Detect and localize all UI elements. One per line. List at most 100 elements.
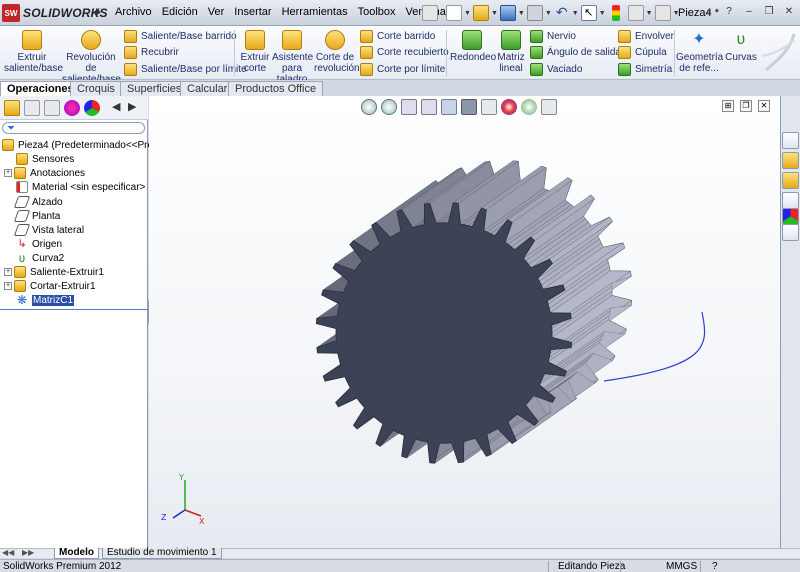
options-icon[interactable] bbox=[654, 5, 671, 21]
restore-icon[interactable]: ❐ bbox=[762, 5, 776, 19]
solidworks-resources-icon[interactable] bbox=[782, 132, 799, 149]
tree-item-anotaciones[interactable]: + Anotaciones bbox=[4, 166, 85, 180]
tab-modelo[interactable]: Modelo bbox=[54, 548, 99, 559]
print-icon[interactable] bbox=[526, 5, 543, 21]
file-properties-icon[interactable] bbox=[627, 5, 644, 21]
dimxpert-tab-icon[interactable] bbox=[64, 100, 80, 116]
draft-button[interactable]: Ángulo de salida bbox=[530, 44, 621, 60]
chevron-right-icon[interactable]: ▶ bbox=[128, 100, 136, 113]
file-explorer-icon[interactable] bbox=[782, 172, 799, 189]
chevron-down-icon[interactable]: ▼ bbox=[518, 10, 525, 17]
tab-operaciones[interactable]: Operaciones bbox=[0, 81, 81, 96]
graphics-viewport[interactable]: ⊞ ❐ ✕ Y X Z bbox=[149, 96, 780, 548]
loft-button[interactable]: Recubrir bbox=[124, 44, 179, 60]
chevron-down-icon[interactable]: ▼ bbox=[545, 10, 552, 17]
helix-curve[interactable] bbox=[603, 311, 706, 382]
rib-button[interactable]: Nervio bbox=[530, 28, 576, 44]
scroll-right-icon[interactable]: ▶▶ bbox=[22, 548, 34, 557]
minimize-icon[interactable]: – bbox=[742, 5, 756, 19]
curves-button[interactable]: ʋ Curvas bbox=[724, 30, 758, 63]
dome-button[interactable]: Cúpula bbox=[618, 44, 667, 60]
status-bar: SolidWorks Premium 2012 Editando Pieza M… bbox=[0, 559, 800, 572]
expand-icon[interactable]: + bbox=[4, 169, 12, 177]
tree-item-alzado[interactable]: Alzado bbox=[13, 195, 63, 209]
swept-boss-button[interactable]: Saliente/Base barrido bbox=[124, 28, 237, 44]
custom-properties-icon[interactable] bbox=[782, 224, 799, 241]
gear-model[interactable]: Y X Z bbox=[149, 96, 780, 548]
menu-expand-arrow-icon[interactable] bbox=[96, 8, 101, 16]
chevron-down-icon[interactable]: ▼ bbox=[572, 10, 579, 17]
appearances-icon[interactable] bbox=[782, 208, 799, 225]
tree-item-saliente-extruir1[interactable]: + Saliente-Extruir1 bbox=[4, 265, 104, 279]
chevron-left-icon[interactable]: ◀ bbox=[112, 100, 120, 113]
view-palette-icon[interactable] bbox=[782, 192, 799, 209]
chevron-down-icon[interactable]: ▼ bbox=[491, 10, 498, 17]
rollback-bar[interactable] bbox=[0, 309, 148, 310]
expand-icon[interactable]: + bbox=[4, 268, 12, 276]
tree-item-origen[interactable]: ↳ Origen bbox=[16, 237, 62, 251]
chevron-down-icon[interactable]: ▼ bbox=[599, 10, 606, 17]
tab-productos-office[interactable]: Productos Office bbox=[228, 81, 324, 96]
configuration-manager-tab-icon[interactable] bbox=[44, 100, 60, 116]
extrude-boss-button[interactable]: Extruir saliente/base bbox=[4, 30, 63, 74]
feature-filter-input[interactable]: ⏷ bbox=[2, 122, 145, 134]
dome-icon bbox=[618, 45, 631, 59]
status-units[interactable]: MMGS bbox=[666, 561, 697, 572]
swept-cut-button[interactable]: Corte barrido bbox=[360, 28, 435, 44]
tree-item-part[interactable]: Pieza4 (Predeterminado<<Predet bbox=[2, 138, 167, 152]
command-manager: Extruir saliente/base Revolución de sali… bbox=[0, 26, 800, 85]
lofted-cut-button[interactable]: Corte recubierto bbox=[360, 44, 449, 60]
menu-ver[interactable]: Ver bbox=[203, 6, 230, 18]
open-folder-icon[interactable] bbox=[472, 5, 489, 21]
design-library-icon[interactable] bbox=[782, 152, 799, 169]
chevron-down-icon[interactable]: ▼ bbox=[646, 10, 653, 17]
sensor-icon bbox=[16, 153, 28, 165]
new-document-icon[interactable] bbox=[446, 5, 462, 21]
tab-croquis[interactable]: Croquis bbox=[70, 81, 122, 96]
undo-icon[interactable]: ↶ bbox=[554, 5, 570, 21]
tab-superficies[interactable]: Superficies bbox=[120, 81, 189, 96]
tree-item-matrizc1[interactable]: ❋ MatrizC1 bbox=[16, 293, 75, 307]
help-icon[interactable]: ? bbox=[722, 5, 736, 19]
tree-item-sensores[interactable]: Sensores bbox=[16, 152, 74, 166]
menu-edicion[interactable]: Edición bbox=[157, 6, 203, 18]
property-manager-tab-icon[interactable] bbox=[24, 100, 40, 116]
revolve-cut-button[interactable]: Corte de revolución bbox=[314, 30, 360, 74]
hole-wizard-button[interactable]: Asistente para taladro bbox=[272, 30, 313, 85]
shell-button[interactable]: Vaciado bbox=[530, 61, 582, 77]
menu-insertar[interactable]: Insertar bbox=[229, 6, 276, 18]
chevron-down-icon[interactable]: ▼ bbox=[464, 10, 471, 17]
tree-item-planta[interactable]: Planta bbox=[13, 209, 60, 223]
feature-manager-tab-icon[interactable] bbox=[4, 100, 20, 116]
rebuild-icon[interactable] bbox=[611, 5, 620, 21]
close-icon[interactable]: ✕ bbox=[782, 5, 796, 19]
search-icon[interactable]: ⌕ bbox=[702, 5, 716, 19]
display-manager-tab-icon[interactable] bbox=[84, 100, 100, 116]
wrap-button[interactable]: Envolver bbox=[618, 28, 674, 44]
revolve-boss-button[interactable]: Revolución de saliente/base bbox=[62, 30, 121, 85]
tab-calcular[interactable]: Calcular bbox=[180, 81, 235, 96]
pin-icon[interactable] bbox=[422, 5, 438, 21]
tree-item-cortar-extruir1[interactable]: + Cortar-Extruir1 bbox=[4, 279, 96, 293]
tree-item-vista-lateral[interactable]: Vista lateral bbox=[13, 223, 84, 237]
reference-geometry-button[interactable]: ✦ Geometría de refe... bbox=[676, 30, 723, 74]
fillet-button[interactable]: Redondeo bbox=[450, 30, 496, 63]
menu-archivo[interactable]: Archivo bbox=[110, 6, 157, 18]
mirror-button[interactable]: Simetría bbox=[618, 61, 672, 77]
boundary-cut-button[interactable]: Corte por límite bbox=[360, 61, 445, 77]
boundary-boss-button[interactable]: Saliente/Base por límite bbox=[124, 61, 247, 77]
expand-icon[interactable]: + bbox=[4, 282, 12, 290]
tab-estudio-movimiento[interactable]: Estudio de movimiento 1 bbox=[102, 548, 222, 559]
menu-herramientas[interactable]: Herramientas bbox=[277, 6, 353, 18]
menu-toolbox[interactable]: Toolbox bbox=[353, 6, 401, 18]
tree-item-curva2[interactable]: ʋ Curva2 bbox=[16, 251, 65, 265]
app-logo[interactable]: SW SOLIDWORKS bbox=[2, 3, 108, 23]
select-cursor-icon[interactable]: ↖ bbox=[580, 5, 597, 21]
extrude-cut-button[interactable]: Extruir corte bbox=[238, 30, 272, 74]
scroll-left-icon[interactable]: ◀◀ bbox=[2, 548, 14, 557]
save-icon[interactable] bbox=[499, 5, 516, 21]
tree-item-material[interactable]: Material <sin especificar> bbox=[16, 180, 145, 194]
linear-pattern-icon bbox=[501, 30, 521, 50]
status-help-icon[interactable]: ? bbox=[712, 561, 718, 572]
linear-pattern-button[interactable]: Matriz lineal bbox=[496, 30, 526, 74]
